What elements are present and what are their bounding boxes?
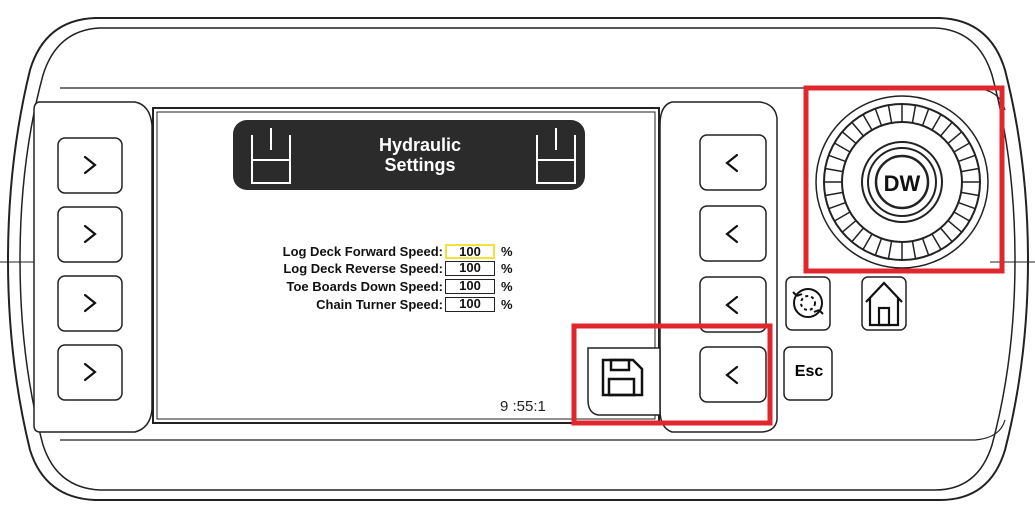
soft-key-right-4-save[interactable] bbox=[700, 347, 766, 402]
soft-key-right-2[interactable] bbox=[700, 206, 766, 261]
screen-title-line1: Hydraulic bbox=[378, 135, 462, 155]
unit-percent: % bbox=[501, 297, 513, 312]
setting-label-chain-turner: Chain Turner Speed: bbox=[316, 297, 443, 312]
setting-value-forward[interactable]: 100 bbox=[445, 244, 495, 259]
soft-key-left-3[interactable] bbox=[58, 276, 122, 331]
save-button[interactable] bbox=[588, 348, 660, 415]
soft-key-left-2[interactable] bbox=[58, 207, 122, 262]
setting-label-forward: Log Deck Forward Speed: bbox=[282, 244, 443, 259]
esc-button[interactable] bbox=[784, 347, 832, 400]
soft-key-left-4[interactable] bbox=[58, 345, 122, 400]
setting-value-chain-turner[interactable]: 100 bbox=[445, 297, 495, 312]
unit-percent: % bbox=[501, 244, 513, 259]
control-knob-dial[interactable] bbox=[816, 96, 988, 268]
screen-title: Hydraulic Settings bbox=[300, 135, 540, 175]
clock-readout: 9 :55:1 bbox=[500, 398, 546, 415]
screen-title-line2: Settings bbox=[384, 155, 456, 175]
unit-percent: % bbox=[501, 279, 513, 294]
home-button[interactable] bbox=[862, 277, 906, 330]
unit-percent: % bbox=[501, 261, 513, 276]
setting-value-toe-boards[interactable]: 100 bbox=[445, 279, 495, 294]
setting-value-reverse[interactable]: 100 bbox=[445, 261, 495, 276]
setting-label-reverse: Log Deck Reverse Speed: bbox=[283, 261, 443, 276]
soft-key-right-3[interactable] bbox=[700, 277, 766, 332]
soft-key-right-1[interactable] bbox=[700, 135, 766, 190]
refresh-button[interactable] bbox=[786, 277, 830, 330]
setting-label-toe-boards: Toe Boards Down Speed: bbox=[286, 279, 444, 294]
soft-key-left-1[interactable] bbox=[58, 138, 122, 193]
